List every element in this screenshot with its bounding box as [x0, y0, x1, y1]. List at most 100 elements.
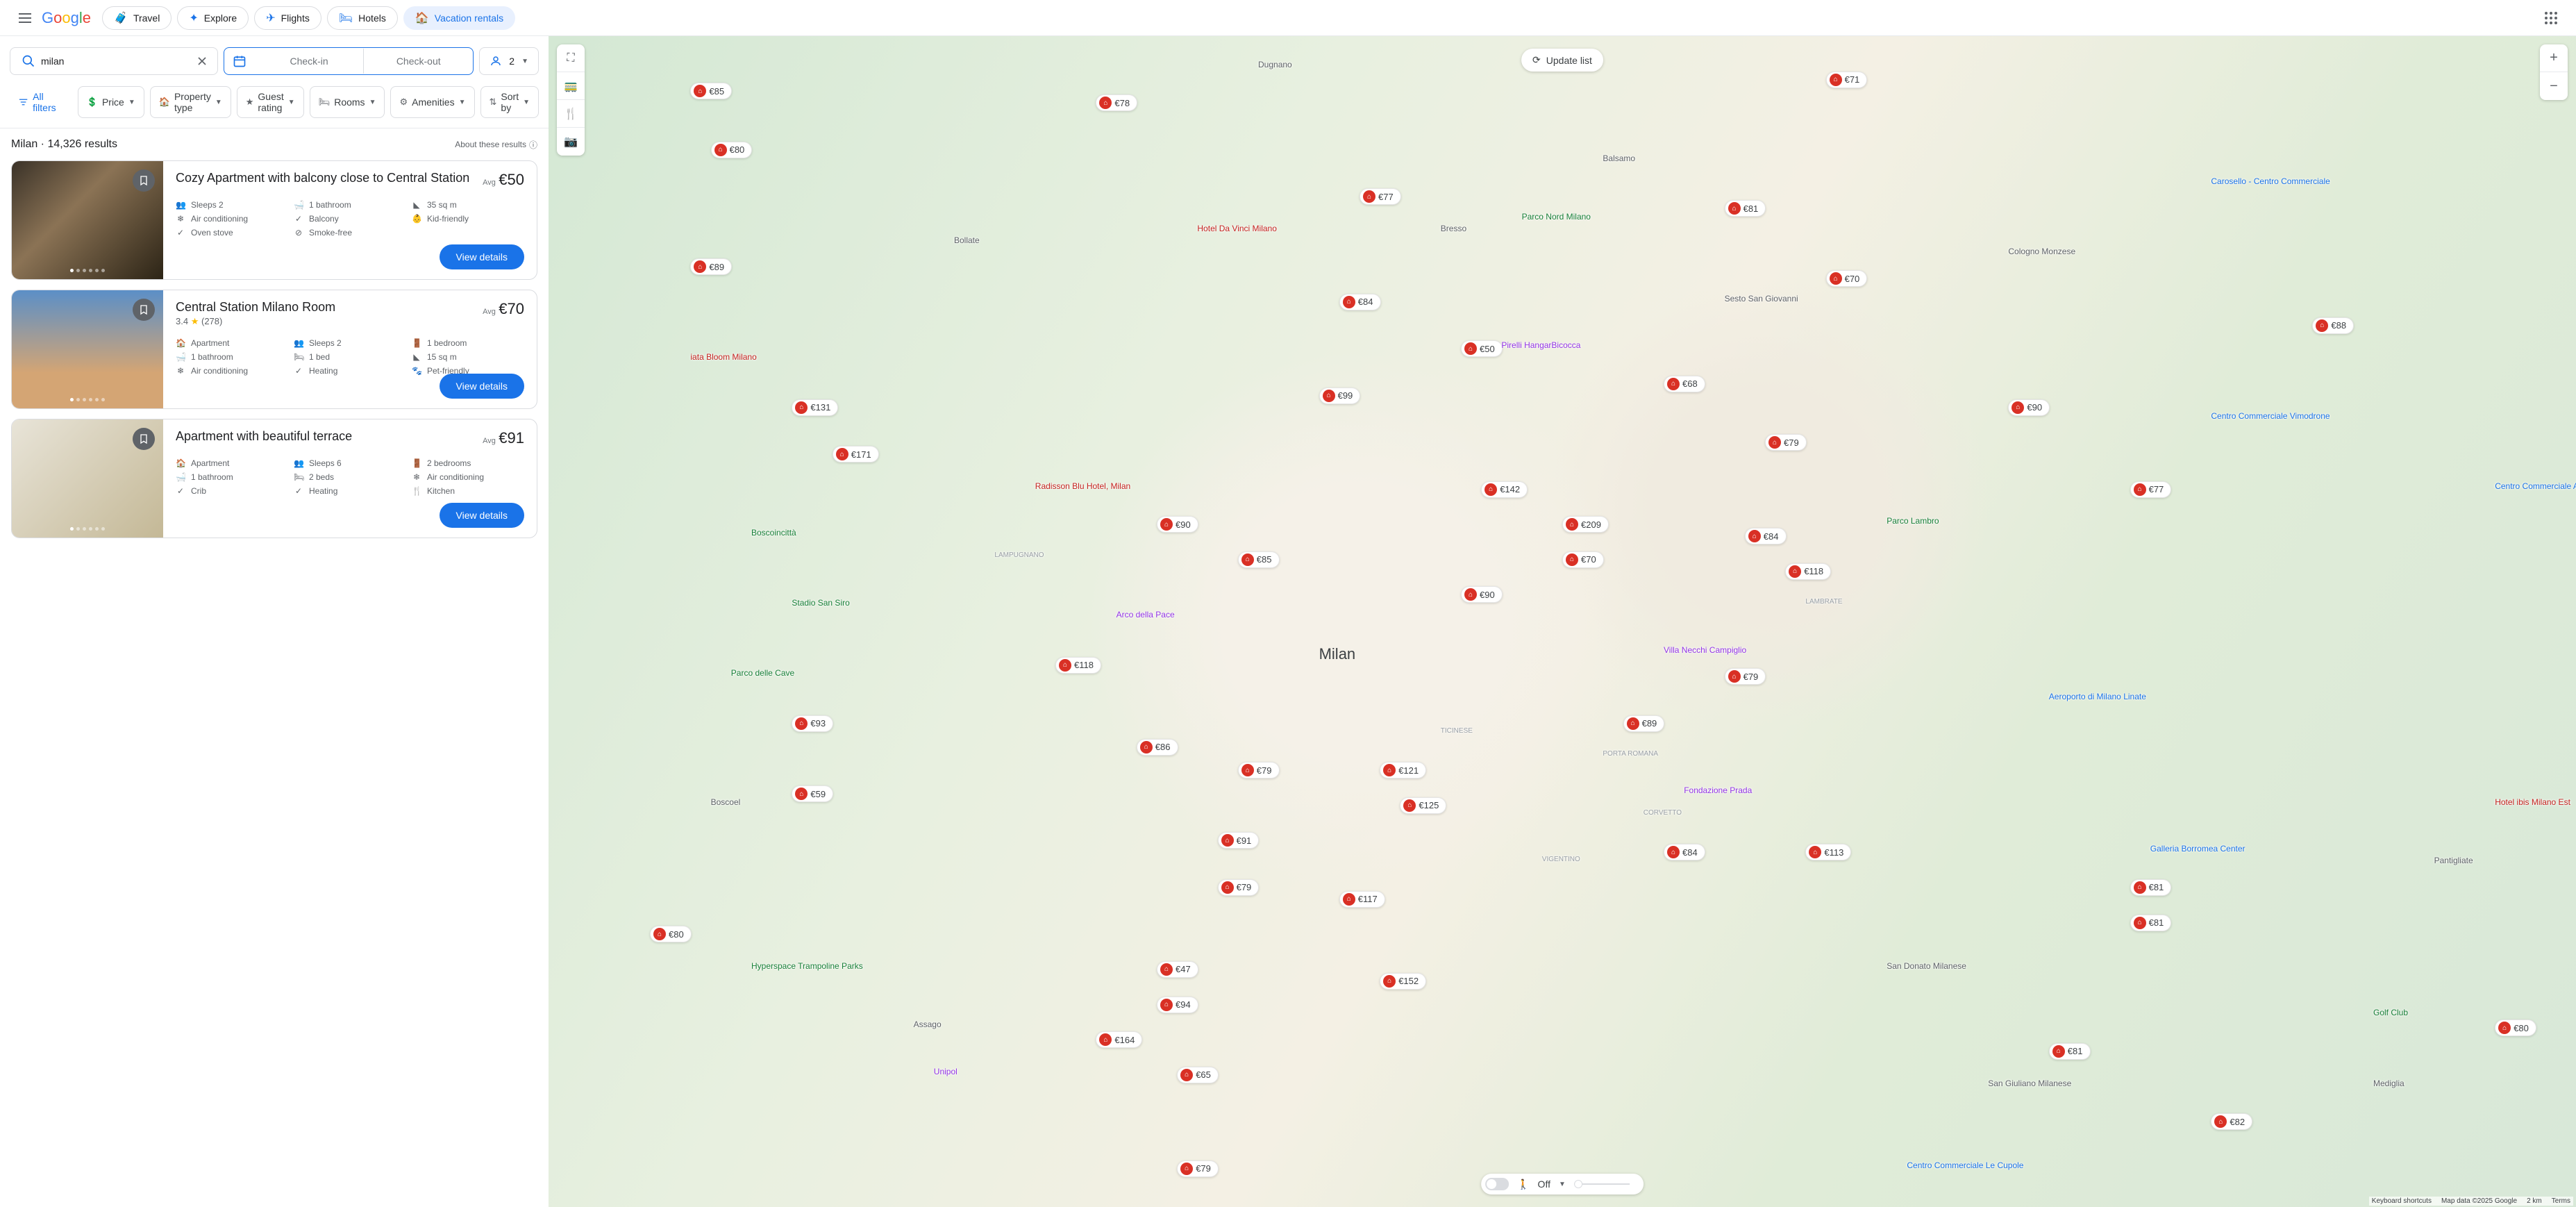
map-price-pin[interactable]: ⌂€209 [1562, 516, 1609, 533]
map-price-pin[interactable]: ⌂€171 [833, 446, 879, 463]
distance-slider[interactable] [1574, 1183, 1630, 1185]
map-price-pin[interactable]: ⌂€90 [1157, 516, 1198, 533]
map-price-pin[interactable]: ⌂€79 [1238, 762, 1280, 779]
home-icon: ⌂ [1059, 659, 1071, 672]
map-price-pin[interactable]: ⌂€164 [1096, 1031, 1142, 1048]
map-price-pin[interactable]: ⌂€80 [711, 142, 753, 158]
keyboard-shortcuts-link[interactable]: Keyboard shortcuts [2372, 1197, 2432, 1205]
map-price-pin[interactable]: ⌂€81 [2130, 915, 2172, 931]
map-price-pin[interactable]: ⌂€85 [1238, 551, 1280, 568]
view-details-button[interactable]: View details [440, 244, 524, 269]
search-input[interactable] [41, 56, 192, 67]
filter-price[interactable]: 💲Price▼ [78, 86, 144, 118]
listing-card[interactable]: Central Station Milano Room 3.4 ★ (278) … [11, 290, 537, 409]
listing-image[interactable] [12, 419, 163, 538]
map-price-pin[interactable]: ⌂€131 [792, 399, 838, 416]
map-price-pin[interactable]: ⌂€118 [1785, 563, 1831, 580]
map-price-pin[interactable]: ⌂€88 [2312, 317, 2354, 334]
checkin-input[interactable]: Check-in [255, 49, 364, 74]
view-details-button[interactable]: View details [440, 374, 524, 399]
zoom-in-button[interactable]: + [2540, 44, 2568, 72]
travel-mode-pill[interactable]: 🚶 Off ▼ [1481, 1174, 1644, 1194]
map-price-pin[interactable]: ⌂€118 [1055, 657, 1101, 674]
map-price-pin[interactable]: ⌂€80 [650, 926, 692, 942]
filter-guest-rating[interactable]: ★Guest rating▼ [237, 86, 304, 118]
map-price-pin[interactable]: ⌂€70 [1562, 551, 1604, 568]
menu-icon[interactable] [11, 4, 39, 32]
toggle[interactable] [1485, 1178, 1509, 1190]
map-price-pin[interactable]: ⌂€77 [1360, 188, 1401, 205]
map-price-pin[interactable]: ⌂€84 [1745, 528, 1787, 544]
map-price-pin[interactable]: ⌂€99 [1319, 388, 1361, 404]
save-button[interactable] [133, 169, 155, 192]
map-price-pin[interactable]: ⌂€70 [1826, 270, 1868, 287]
listing-image[interactable] [12, 290, 163, 408]
map-price-pin[interactable]: ⌂€85 [690, 83, 732, 99]
map-price-pin[interactable]: ⌂€89 [1623, 715, 1665, 732]
map-price-pin[interactable]: ⌂€82 [2211, 1113, 2252, 1130]
filter-rooms[interactable]: 🛏Rooms▼ [310, 86, 385, 118]
google-logo[interactable]: Google [42, 9, 91, 27]
amenity: 👥Sleeps 6 [294, 458, 406, 468]
map-price-pin[interactable]: ⌂€79 [1765, 434, 1807, 451]
map-price-pin[interactable]: ⌂€81 [1725, 200, 1766, 217]
map-price-pin[interactable]: ⌂€79 [1725, 668, 1766, 685]
map-price-pin[interactable]: ⌂€117 [1339, 891, 1385, 908]
save-button[interactable] [133, 299, 155, 321]
map-price-pin[interactable]: ⌂€79 [1218, 879, 1260, 896]
filter-amenities[interactable]: ⚙Amenities▼ [390, 86, 474, 118]
map-price-pin[interactable]: ⌂€91 [1218, 832, 1260, 849]
nav-chip-explore[interactable]: ✦Explore [177, 6, 249, 30]
amenity-icon: ❄ [412, 472, 421, 482]
nav-chip-vacation-rentals[interactable]: 🏠Vacation rentals [403, 6, 515, 30]
map-price-pin[interactable]: ⌂€142 [1481, 481, 1528, 498]
map-price-pin[interactable]: ⌂€113 [1805, 844, 1851, 860]
update-list-button[interactable]: ⟳ Update list [1521, 49, 1603, 72]
attractions-layer-button[interactable]: 📷 [557, 128, 585, 156]
save-button[interactable] [133, 428, 155, 450]
checkout-input[interactable]: Check-out [364, 49, 473, 74]
map-price-pin[interactable]: ⌂€81 [2049, 1043, 2091, 1060]
filter-sort-by[interactable]: ⇅Sort by▼ [480, 86, 540, 118]
map-price-pin[interactable]: ⌂€47 [1157, 961, 1198, 978]
guests-selector[interactable]: 2 ▼ [479, 47, 539, 75]
map-price-pin[interactable]: ⌂€90 [1461, 586, 1503, 603]
zoom-out-button[interactable]: − [2540, 72, 2568, 100]
clear-icon[interactable] [192, 51, 212, 71]
listing-card[interactable]: Cozy Apartment with balcony close to Cen… [11, 160, 537, 280]
view-details-button[interactable]: View details [440, 503, 524, 528]
map-price-pin[interactable]: ⌂€94 [1157, 997, 1198, 1013]
map-price-pin[interactable]: ⌂€152 [1380, 973, 1426, 990]
map-price-pin[interactable]: ⌂€77 [2130, 481, 2172, 498]
expand-map-button[interactable]: ⛶ [557, 44, 585, 72]
map-price-pin[interactable]: ⌂€90 [2008, 399, 2050, 416]
map-price-pin[interactable]: ⌂€79 [1177, 1160, 1219, 1177]
terms-link[interactable]: Terms [2552, 1197, 2570, 1205]
map-price-pin[interactable]: ⌂€86 [1137, 739, 1178, 756]
map-price-pin[interactable]: ⌂€89 [690, 258, 732, 275]
listing-image[interactable] [12, 161, 163, 279]
about-results-link[interactable]: About these results ⓘ [455, 139, 537, 151]
map-price-pin[interactable]: ⌂€78 [1096, 94, 1137, 111]
map-price-pin[interactable]: ⌂€71 [1826, 72, 1868, 88]
map-price-pin[interactable]: ⌂€84 [1664, 844, 1705, 860]
map-price-pin[interactable]: ⌂€80 [2495, 1019, 2536, 1036]
filter-property-type[interactable]: 🏠Property type▼ [150, 86, 231, 118]
listing-card[interactable]: Apartment with beautiful terrace Avg €91… [11, 419, 537, 538]
map-price-pin[interactable]: ⌂€125 [1400, 797, 1446, 814]
apps-icon[interactable] [2537, 4, 2565, 32]
map-price-pin[interactable]: ⌂€65 [1177, 1067, 1219, 1083]
nav-chip-hotels[interactable]: 🛏Hotels [327, 6, 398, 30]
map-price-pin[interactable]: ⌂€50 [1461, 340, 1503, 357]
map-price-pin[interactable]: ⌂€84 [1339, 294, 1381, 310]
transit-layer-button[interactable]: 🚃 [557, 72, 585, 100]
map-price-pin[interactable]: ⌂€121 [1380, 762, 1426, 779]
map-price-pin[interactable]: ⌂€93 [792, 715, 833, 732]
map-price-pin[interactable]: ⌂€68 [1664, 376, 1705, 392]
all-filters-button[interactable]: All filters [10, 87, 72, 117]
map-price-pin[interactable]: ⌂€59 [792, 785, 833, 802]
nav-chip-flights[interactable]: ✈Flights [254, 6, 321, 30]
restaurant-layer-button[interactable]: 🍴 [557, 100, 585, 128]
nav-chip-travel[interactable]: 🧳Travel [102, 6, 172, 30]
map-price-pin[interactable]: ⌂€81 [2130, 879, 2172, 896]
